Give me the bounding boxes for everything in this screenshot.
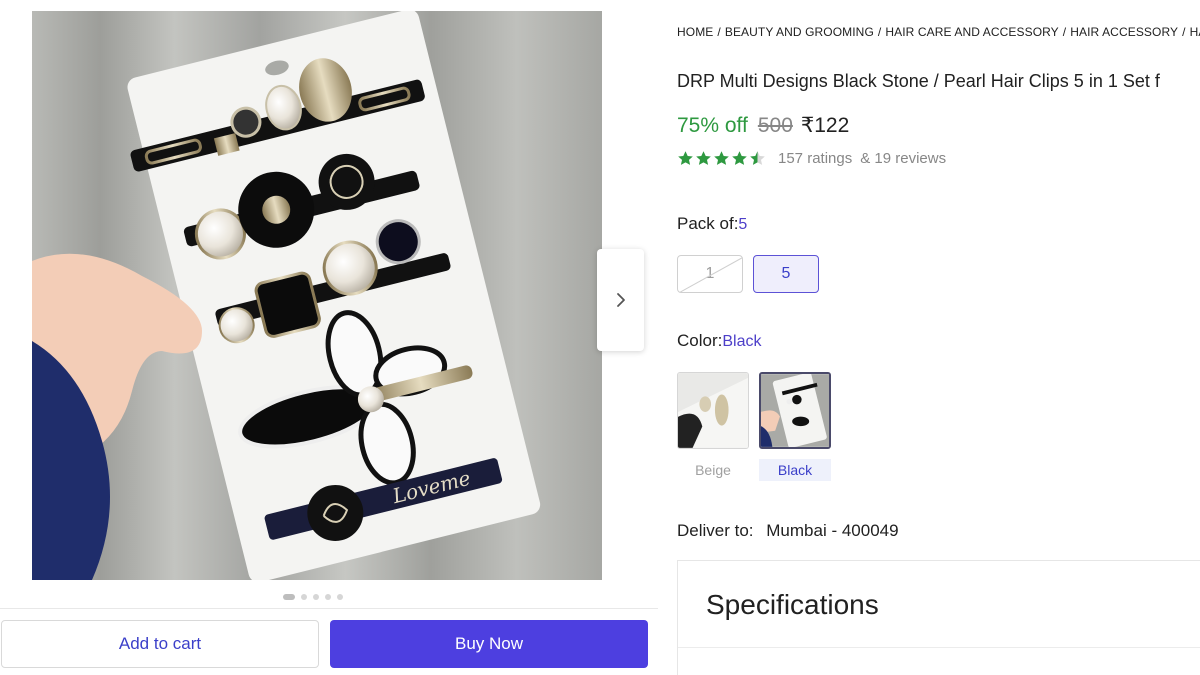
specifications-section: Specifications bbox=[677, 560, 1200, 675]
image-pagination bbox=[283, 594, 343, 600]
breadcrumb-item[interactable]: HAIR CARE AND ACCESSORY bbox=[885, 25, 1058, 39]
pack-label: Pack of: bbox=[677, 214, 739, 233]
pack-label-row: Pack of:5 bbox=[677, 214, 747, 234]
original-price: 500 bbox=[757, 114, 793, 137]
divider bbox=[678, 647, 1200, 648]
reviews-count[interactable]: & 19 reviews bbox=[860, 150, 946, 167]
delivery-label: Deliver to: bbox=[677, 521, 754, 540]
pagination-dot[interactable] bbox=[337, 594, 343, 600]
star-rating bbox=[677, 150, 766, 167]
color-label: Color: bbox=[677, 331, 723, 350]
pack-option-5[interactable]: 5 bbox=[753, 255, 819, 293]
star-full-icon bbox=[714, 151, 729, 165]
color-options: Beige Black bbox=[677, 372, 831, 481]
product-photo: Loveme bbox=[32, 11, 602, 580]
rating-row: 157 ratings & 19 reviews bbox=[677, 150, 946, 167]
star-full-icon bbox=[696, 151, 711, 165]
buy-now-button[interactable]: Buy Now bbox=[330, 620, 648, 668]
black-swatch-thumbnail bbox=[761, 374, 829, 447]
pagination-dot[interactable] bbox=[313, 594, 319, 600]
breadcrumb-item[interactable]: HAIR ACCESSORY bbox=[1070, 25, 1178, 39]
color-label-row: Color:Black bbox=[677, 331, 761, 351]
pack-options: 1 5 bbox=[677, 255, 819, 293]
breadcrumb-item[interactable]: BEAUTY AND GROOMING bbox=[725, 25, 874, 39]
pack-option-1[interactable]: 1 bbox=[677, 255, 743, 293]
add-to-cart-button[interactable]: Add to cart bbox=[1, 620, 319, 668]
pagination-dot[interactable] bbox=[283, 594, 295, 600]
selling-price: ₹122 bbox=[800, 114, 850, 137]
color-option-label: Black bbox=[759, 459, 831, 481]
breadcrumb-item[interactable]: HOME bbox=[677, 25, 713, 39]
delivery-row: Deliver to: Mumbai - 400049 bbox=[677, 521, 899, 541]
pagination-dot[interactable] bbox=[325, 594, 331, 600]
star-full-icon bbox=[678, 151, 693, 165]
purchase-bar: Add to cart Buy Now bbox=[0, 608, 658, 675]
breadcrumb: HOME / BEAUTY AND GROOMING / HAIR CARE AND A… bbox=[677, 25, 1200, 39]
delivery-location[interactable]: Mumbai - 400049 bbox=[766, 521, 898, 540]
next-image-button[interactable] bbox=[597, 249, 644, 351]
discount-percent: 75% off bbox=[677, 114, 748, 137]
color-option-black[interactable]: Black bbox=[759, 372, 831, 481]
chevron-right-icon bbox=[616, 293, 625, 307]
price-row: 75% off 500 ₹122 bbox=[677, 113, 849, 138]
color-swatch-image bbox=[677, 372, 749, 449]
color-option-label: Beige bbox=[695, 462, 731, 478]
ratings-count[interactable]: 157 ratings bbox=[778, 150, 852, 167]
pagination-dot[interactable] bbox=[301, 594, 307, 600]
star-full-icon bbox=[732, 151, 747, 165]
product-image[interactable]: Loveme bbox=[32, 11, 602, 580]
beige-swatch-thumbnail bbox=[678, 373, 748, 448]
color-selected-value: Black bbox=[722, 333, 762, 350]
star-half-icon bbox=[750, 151, 765, 165]
color-swatch-image bbox=[759, 372, 831, 449]
color-option-beige[interactable]: Beige bbox=[677, 372, 749, 481]
specifications-title: Specifications bbox=[706, 589, 879, 620]
product-title: DRP Multi Designs Black Stone / Pearl Ha… bbox=[677, 71, 1160, 91]
product-details: HOME / BEAUTY AND GROOMING / HAIR CARE AND A… bbox=[677, 0, 1200, 675]
breadcrumb-item[interactable]: HAIR C bbox=[1190, 25, 1200, 39]
pack-selected-value: 5 bbox=[738, 216, 748, 233]
